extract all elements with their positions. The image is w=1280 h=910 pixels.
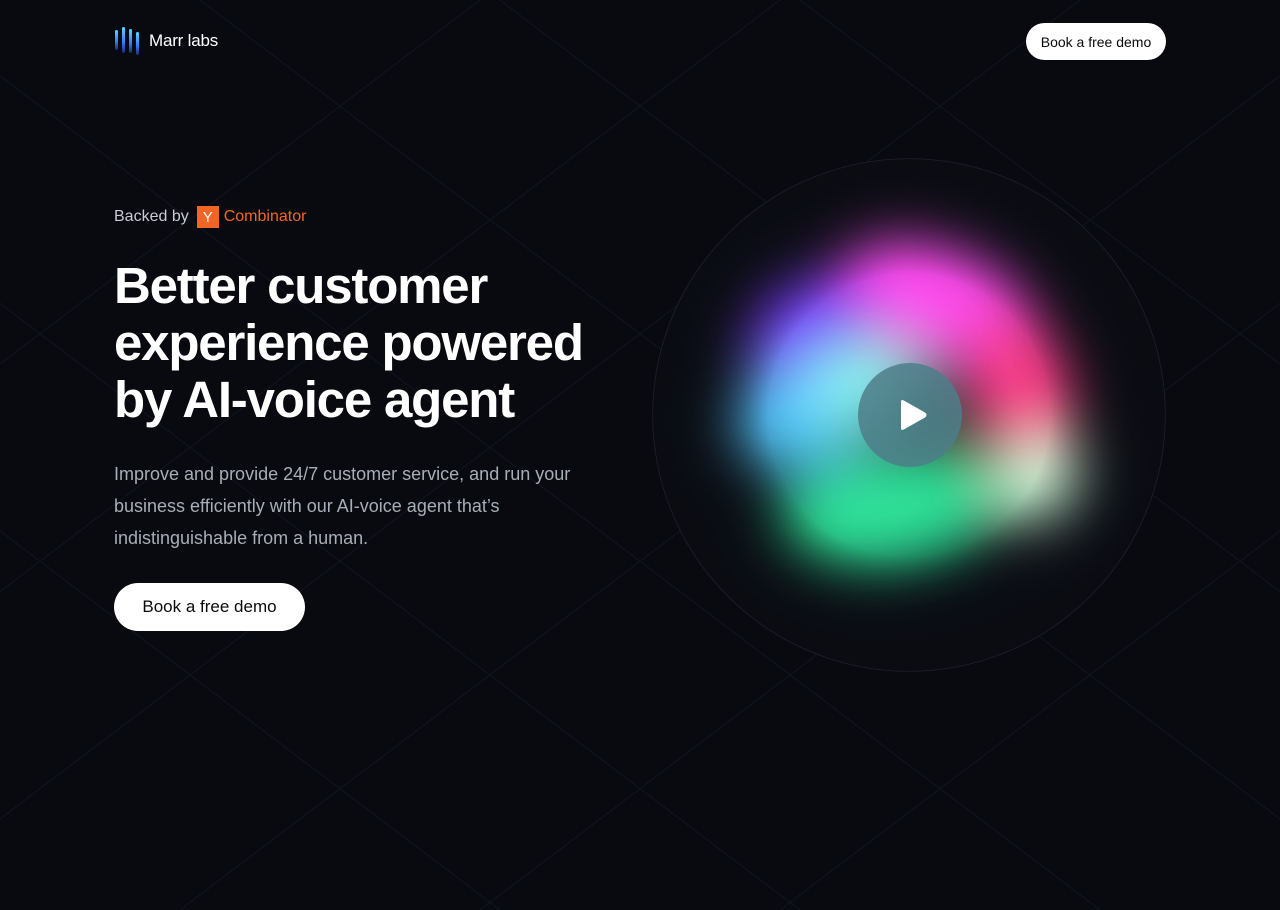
backed-by-label: Backed by: [114, 208, 189, 225]
hero-subtext: Improve and provide 24/7 customer servic…: [114, 464, 571, 548]
hero-section: Backed by Y Combinator Better customer e…: [114, 205, 634, 631]
yc-name: Combinator: [223, 208, 307, 225]
play-icon: [901, 400, 927, 430]
top-nav: Marr labs Book a free demo: [0, 0, 1280, 84]
backed-by-row: Backed by Y Combinator: [114, 205, 634, 229]
yc-logo-icon: Y: [196, 206, 219, 228]
brand-name: Marr labs: [149, 31, 219, 50]
landing-page: Marr labs Book a free demo Backed by Y C…: [0, 0, 1280, 910]
play-video-button[interactable]: [858, 363, 962, 467]
sound-bars-logo-icon: [115, 27, 139, 55]
header-book-demo-button[interactable]: Book a free demo: [1026, 23, 1166, 60]
hero-book-demo-button[interactable]: Book a free demo: [114, 583, 305, 631]
video-orb: [652, 158, 1166, 672]
brand-link[interactable]: Marr labs: [114, 26, 218, 56]
hero-headline: Better customer experience powered by AI…: [114, 257, 584, 428]
